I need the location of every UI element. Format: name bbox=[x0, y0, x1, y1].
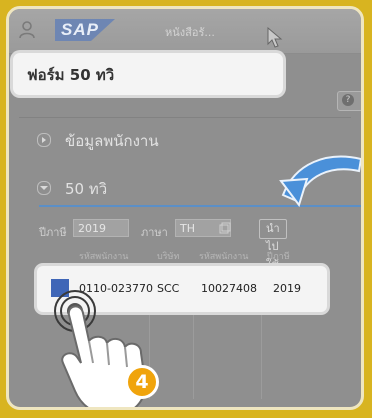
column-header: รหัสพนักงาน bbox=[79, 252, 129, 262]
year-input[interactable]: 2019 bbox=[73, 219, 129, 237]
page-title: ฟอร์ม 50 ทวิ bbox=[27, 66, 115, 84]
section-label: 50 ทวิ bbox=[65, 180, 108, 198]
sap-logo-text: SAP bbox=[61, 20, 99, 39]
app-title: หนังสือรั... bbox=[165, 26, 215, 39]
personnel-number-cell: 10027408 bbox=[201, 282, 257, 295]
mouse-cursor-icon bbox=[267, 26, 285, 53]
column-header: รหัสพนักงาน bbox=[199, 252, 249, 262]
column-header: บริษัท bbox=[157, 252, 180, 262]
section-label: ข้อมูลพนักงาน bbox=[65, 132, 159, 150]
chevron-down-icon bbox=[37, 180, 51, 195]
question-circle-icon: ? bbox=[342, 94, 354, 106]
screen-frame: SAP หนังสือรั... ฟอร์ม 50 ทวิ ? ข้อมูลพน… bbox=[6, 6, 364, 410]
apply-button[interactable]: นำไปใช้ bbox=[259, 219, 287, 271]
section-employee-info[interactable]: ข้อมูลพนักงาน bbox=[37, 129, 159, 153]
tax-year-cell: 2019 bbox=[273, 282, 301, 295]
help-button[interactable]: ? bbox=[337, 91, 361, 111]
section-50-tawi[interactable]: 50 ทวิ bbox=[37, 177, 107, 201]
user-icon[interactable] bbox=[19, 21, 35, 43]
curved-arrow-icon bbox=[277, 145, 361, 213]
step-number-badge: 4 bbox=[125, 365, 159, 399]
hand-pointer-icon bbox=[49, 289, 189, 407]
header-divider bbox=[19, 117, 351, 118]
column-header: ปีภาษี bbox=[267, 252, 290, 262]
form-title-highlight: ฟอร์ม 50 ทวิ bbox=[13, 53, 283, 95]
language-label: ภาษา bbox=[141, 226, 168, 239]
top-bar: SAP หนังสือรั... bbox=[9, 9, 361, 54]
year-label: ปีภาษี bbox=[39, 226, 67, 239]
chevron-right-icon bbox=[37, 132, 51, 147]
copy-icon[interactable] bbox=[219, 222, 231, 237]
